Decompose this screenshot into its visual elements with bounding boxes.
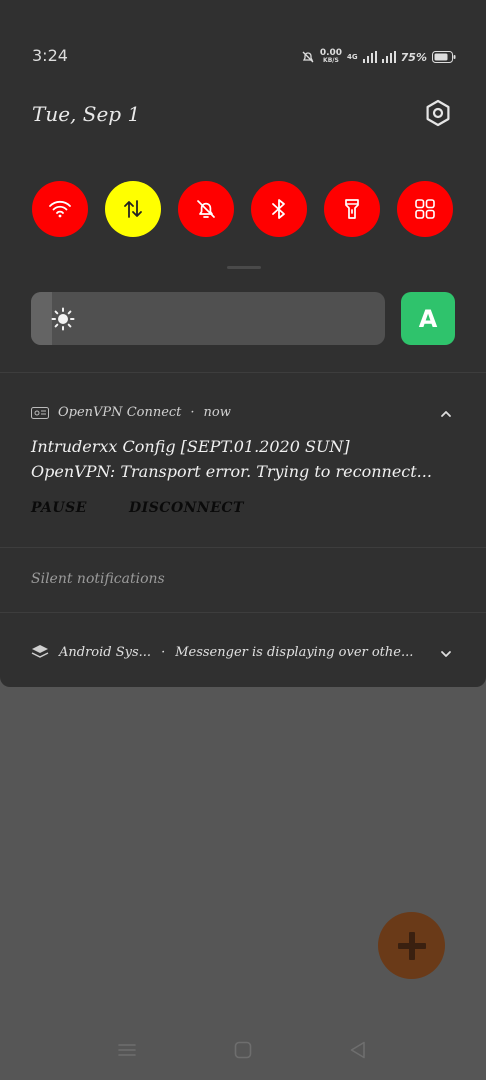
brightness-slider[interactable]: [31, 292, 385, 345]
quick-toggles: [32, 181, 454, 237]
notification-app-name: OpenVPN Connect: [58, 405, 182, 420]
battery-icon: [432, 51, 456, 63]
notification-row: Android Sys... · Messenger is displaying…: [31, 644, 413, 660]
settings-gear-icon[interactable]: [424, 99, 452, 127]
toggle-more[interactable]: [397, 181, 453, 237]
bluetooth-icon: [272, 199, 285, 219]
toggle-mobile-data[interactable]: [105, 181, 161, 237]
wifi-icon: [49, 200, 71, 218]
pause-button[interactable]: PAUSE: [31, 500, 87, 516]
network-type: 4G: [347, 53, 358, 61]
separator-dot: ·: [161, 644, 166, 660]
divider: [0, 372, 486, 373]
battery-percent: 75%: [400, 50, 427, 64]
silent-notifications-header: Silent notifications: [31, 571, 165, 587]
toggle-wifi[interactable]: [32, 181, 88, 237]
notification-time: now: [203, 405, 231, 420]
notification-title: Intruderxx Config [SEPT.01.2020 SUN]: [31, 437, 350, 456]
bell-off-icon: [197, 200, 215, 218]
brightness-fill: [31, 292, 53, 345]
date-label: Tue, Sep 1: [32, 102, 141, 126]
notification-app-name: Android Sys...: [59, 644, 152, 660]
clock: 3:24: [32, 46, 68, 65]
signal-icon: [362, 51, 377, 63]
net-speed: 0.00 KB/S: [320, 49, 342, 65]
openvpn-app-icon: [31, 406, 49, 419]
toggle-flashlight[interactable]: [324, 181, 380, 237]
layers-icon: [31, 645, 49, 658]
add-fab-button[interactable]: [378, 912, 445, 979]
flashlight-icon: [345, 199, 359, 219]
toggle-bluetooth[interactable]: [251, 181, 307, 237]
notification-header: OpenVPN Connect · now: [31, 405, 231, 420]
grid-icon: [415, 199, 435, 219]
divider: [0, 612, 486, 613]
signal-2-icon: [381, 51, 396, 63]
bell-off-icon: [302, 51, 314, 63]
home-nav-icon[interactable]: [233, 1040, 253, 1060]
chevron-down-icon[interactable]: [438, 646, 454, 662]
back-nav-icon[interactable]: [348, 1040, 368, 1060]
net-speed-unit: KB/S: [323, 57, 339, 64]
toggle-do-not-disturb[interactable]: [178, 181, 234, 237]
data-arrows-icon: [124, 200, 142, 218]
sun-icon: [51, 307, 75, 331]
chevron-up-icon[interactable]: [438, 406, 454, 422]
drag-handle[interactable]: [227, 266, 261, 269]
status-icons: 0.00 KB/S 4G 75%: [301, 46, 456, 68]
notification-text: Messenger is displaying over othe...: [175, 644, 414, 660]
separator-dot: ·: [190, 405, 195, 420]
status-bar: 3:24 0.00 KB/S 4G 75%: [0, 0, 486, 110]
net-speed-value: 0.00: [319, 48, 343, 58]
disconnect-button[interactable]: DISCONNECT: [129, 500, 244, 516]
auto-brightness-button[interactable]: A: [401, 292, 455, 345]
menu-nav-icon[interactable]: [117, 1040, 137, 1060]
notification-text: OpenVPN: Transport error. Trying to reco…: [31, 462, 432, 481]
divider: [0, 547, 486, 548]
plus-icon: [397, 931, 426, 960]
